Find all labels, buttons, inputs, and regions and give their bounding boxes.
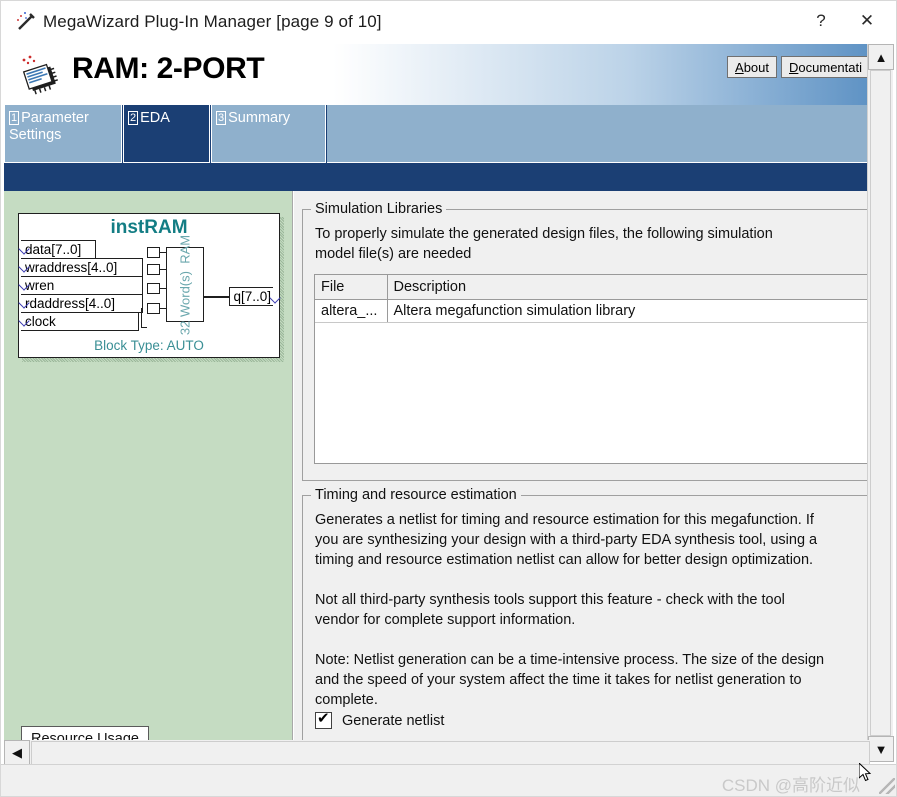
documentation-button[interactable]: Documentati: [781, 56, 870, 78]
tab-number: 2: [128, 111, 139, 125]
help-button[interactable]: ?: [798, 5, 844, 37]
page-title: RAM: 2-PORT: [72, 52, 265, 85]
generate-netlist-label: Generate netlist: [342, 712, 445, 729]
ram-core-block: 32 Word(s) RAM: [166, 234, 204, 335]
timing-paragraph-1: Generates a netlist for timing and resou…: [315, 512, 818, 568]
pin-box: [147, 264, 160, 275]
wand-icon: [13, 9, 39, 35]
tab-parameter-settings[interactable]: 1 Parameter Settings: [4, 105, 122, 163]
table-row[interactable]: altera_... Altera megafunction simulatio…: [315, 299, 870, 323]
simulation-libraries-legend: Simulation Libraries: [311, 201, 447, 217]
block-diagram-pane: instRAM data[7..0] wraddress[4..0] wren …: [4, 191, 293, 762]
column-header-file: File: [315, 275, 388, 300]
tab-label: EDA: [140, 110, 170, 126]
block-diagram[interactable]: instRAM data[7..0] wraddress[4..0] wren …: [18, 213, 281, 358]
simulation-libraries-group: Simulation Libraries To properly simulat…: [302, 201, 870, 481]
tab-label: Parameter Settings: [9, 110, 89, 143]
tab-strip: 1 Parameter Settings 2 EDA 3 Summary: [4, 105, 870, 191]
port-wraddress: wraddress[4..0]: [21, 258, 143, 277]
port-clock: clock: [21, 312, 139, 331]
title-bar: MegaWizard Plug-In Manager [page 9 of 10…: [1, 1, 896, 43]
port-q: q[7..0]: [229, 287, 273, 306]
timing-paragraph-3: Note: Netlist generation can be a time-i…: [315, 652, 825, 708]
timing-estimation-legend: Timing and resource estimation: [311, 487, 521, 503]
block-type-label: Block Type: AUTO: [94, 338, 204, 353]
tab-number: 3: [216, 111, 227, 125]
altera-chip-icon: [18, 54, 64, 98]
simulation-libraries-description-1: To properly simulate the generated desig…: [315, 226, 773, 242]
simulation-libraries-description-2: model file(s) are needed: [315, 246, 472, 262]
ram-core-label: 32 Word(s) RAM: [177, 234, 193, 335]
tab-summary[interactable]: 3 Summary: [211, 105, 326, 163]
pin-box: [147, 303, 160, 314]
wire: [141, 327, 147, 328]
tab-strip-filler: [327, 105, 870, 163]
port-data: data[7..0]: [21, 240, 96, 259]
horizontal-scrollbar[interactable]: ◀: [4, 740, 870, 766]
resize-grip[interactable]: [879, 778, 895, 794]
about-button[interactable]: About: [727, 56, 778, 78]
pin-box: [147, 283, 160, 294]
vertical-scrollbar[interactable]: ▲ ▼: [867, 44, 894, 762]
diagram-title: instRAM: [110, 217, 188, 238]
header-button-group: About Documentati: [727, 56, 870, 78]
tab-number: 1: [9, 111, 20, 125]
mouse-cursor-icon: [858, 761, 873, 783]
about-button-label: bout: [743, 59, 770, 75]
scroll-down-icon[interactable]: ▼: [868, 736, 894, 762]
scroll-up-icon[interactable]: ▲: [868, 44, 894, 70]
megawizard-window: MegaWizard Plug-In Manager [page 9 of 10…: [0, 0, 897, 797]
timing-estimation-group: Timing and resource estimation Generates…: [302, 487, 870, 753]
cell-file: altera_...: [315, 299, 388, 323]
eda-content-pane: Simulation Libraries To properly simulat…: [294, 191, 870, 762]
table-header-row: File Description: [315, 275, 870, 300]
tab-label: Summary: [228, 110, 291, 126]
status-bar: CSDN @高阶近似: [1, 764, 896, 796]
port-wren: wren: [21, 276, 143, 295]
port-rdaddress: rdaddress[4..0]: [21, 294, 143, 313]
wire: [141, 308, 142, 328]
timing-paragraph-2: Not all third-party synthesis tools supp…: [315, 592, 785, 628]
watermark-text: CSDN @高阶近似: [721, 776, 860, 795]
tab-eda[interactable]: 2 EDA: [123, 105, 210, 163]
horizontal-scrollbar-track[interactable]: [31, 741, 870, 765]
pin-box: [147, 247, 160, 258]
generate-netlist-row[interactable]: Generate netlist: [315, 710, 445, 729]
column-header-description: Description: [387, 275, 870, 300]
documentation-button-label: ocumentati: [798, 59, 862, 75]
generate-netlist-checkbox[interactable]: [315, 710, 332, 729]
close-button[interactable]: ✕: [844, 5, 890, 37]
simulation-libraries-table[interactable]: File Description altera_... Altera megaf…: [314, 274, 870, 464]
header-banner: RAM: 2-PORT About Documentati: [4, 44, 870, 105]
window-title: MegaWizard Plug-In Manager [page 9 of 10…: [43, 12, 382, 31]
cell-description: Altera megafunction simulation library: [387, 299, 870, 323]
scroll-left-icon[interactable]: ◀: [4, 740, 30, 766]
vertical-scrollbar-track[interactable]: [870, 70, 891, 736]
